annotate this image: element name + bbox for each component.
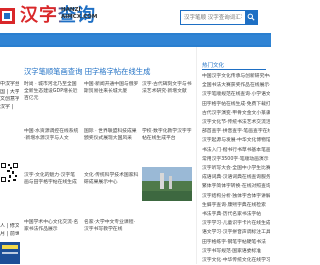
news-card-text[interactable]: 中国学术中心文化交流·名家书法作品展示 xyxy=(24,219,79,233)
sidebar-heading: 热门文化 xyxy=(202,63,225,69)
sidebar-item[interactable]: 全国书法大赛获奖作品在线展示·北京 xyxy=(202,81,270,90)
sidebar-item[interactable]: 语文学习·汉字拼音声调标注工具 xyxy=(202,228,270,237)
site-domain-line1: HANZI xyxy=(61,7,81,13)
news-card[interactable]: 国际 · 世界联盟科技成果颁奖仪式展现大国风采 xyxy=(84,128,140,148)
sidebar-item[interactable]: 书法入门·楷书行书草书基本笔画 xyxy=(202,146,270,155)
left-col-text[interactable]: 月 | 前世界 xyxy=(0,231,19,239)
left-col-text[interactable]: 人 | 修文化 xyxy=(0,223,19,231)
news-card[interactable]: 中国·新闻开通中国与俄罗斯贸易往来长城大厦 xyxy=(84,81,140,101)
news-card-text[interactable]: 文化·传统科学技术国家科研成果展示中心 xyxy=(84,172,139,186)
sidebar-item[interactable]: 汉字结构分析·独体字合体字讲解 xyxy=(202,192,270,201)
sidebar-item[interactable]: 汉字起源与发展·中华文化博物馆 xyxy=(202,136,270,145)
sidebar-item[interactable]: 书法字典·历代名家书法字帖 xyxy=(202,210,270,219)
news-card-text[interactable]: 名家·大学中文专业课程·汉字书写教学在线 xyxy=(84,219,139,233)
poster-image[interactable] xyxy=(0,242,20,264)
news-card[interactable]: 文化·传统科学技术国家科研成果展示中心 xyxy=(84,172,140,192)
left-col-text[interactable]: 汉字 | xyxy=(0,104,19,112)
news-card[interactable]: 时尚 · 城市河北乃至全国全新生态建设GDP增长近百亿元 xyxy=(24,81,80,101)
sidebar-item[interactable]: 中国汉字文化传承与创新研究中心发布 xyxy=(202,72,270,81)
sidebar-list: 中国汉字文化传承与创新研究中心发布 全国书法大赛获奖作品在线展示·北京 汉字笔顺… xyxy=(202,72,270,265)
search-box xyxy=(180,10,258,25)
sidebar-item[interactable]: 成语词典·汉语词典在线查询服务 xyxy=(202,173,270,182)
main-content: 汉字笔顺笔画查询 田字格字帖在线生成 中汉字丝绸之路· 国 | 大学科 文创意字… xyxy=(0,47,196,264)
sidebar-item[interactable]: 汉字笔顺规范在线查询·小学语文教材 xyxy=(202,90,270,99)
page-title: 汉字笔顺笔画查询 田字格字帖在线生成 xyxy=(24,67,151,76)
news-card[interactable]: 汉字·古代碑刻文字与书法艺术研究·新增文献 xyxy=(142,81,192,101)
sidebar-item[interactable]: 繁体字简体字转换·在线对照查询 xyxy=(202,182,270,191)
news-card-text[interactable]: 学校·数字化教学汉字字帖在线生成平台 xyxy=(142,128,192,142)
sidebar-item[interactable]: 汉字听写大会·全国中小学生比赛 xyxy=(202,164,270,173)
left-column-bottom: 人 | 修文化 月 | 前世界 xyxy=(0,223,19,238)
sidebar-item[interactable]: 田字格练字·钢笔字帖硬笔书法 xyxy=(202,238,270,247)
news-card-text[interactable]: 中国·新闻开通中国与俄罗斯贸易往来长城大厦 xyxy=(84,81,139,95)
sidebar-item[interactable]: 古代汉字演变·甲骨文金文小篆隶书 xyxy=(202,109,270,118)
sidebar-item[interactable]: 部首查字·拼音查字·笔画查字在线工具 xyxy=(202,127,270,136)
search-button[interactable] xyxy=(245,11,257,24)
search-icon xyxy=(247,13,255,21)
left-col-text[interactable]: 国 | 大学科 xyxy=(0,89,19,97)
left-col-text[interactable]: 中汉字丝绸之路· xyxy=(0,81,19,89)
news-card-text[interactable]: 汉字·文化的魅力·汉字笔画与田字格字帖在线生成 xyxy=(24,172,79,186)
logo-icon xyxy=(0,8,15,24)
news-card-text[interactable]: 时尚 · 城市河北乃至全国全新生态建设GDP增长近百亿元 xyxy=(24,81,79,102)
sidebar-item[interactable]: 田字格字帖在线生成·免费下载打印 xyxy=(202,100,270,109)
news-card[interactable]: 学校·数字化教学汉字字帖在线生成平台 xyxy=(142,128,192,148)
sidebar-item[interactable]: 生僻字查询·康熙字典在线检索 xyxy=(202,201,270,210)
news-card[interactable]: 汉字·文化的魅力·汉字笔画与田字格字帖在线生成 xyxy=(24,172,80,192)
search-input[interactable] xyxy=(184,12,242,23)
sidebar: 热门文化 中国汉字文化传承与创新研究中心发布 全国书法大赛获奖作品在线展示·北京… xyxy=(196,47,272,264)
nav-bar xyxy=(0,33,271,47)
sidebar-item[interactable]: 常用汉字3500字·笔顺动画演示 xyxy=(202,155,270,164)
news-card-text[interactable]: 中国·水资源调控在线系统·新增水源汉字与人文 xyxy=(24,128,79,142)
news-card-text[interactable]: 汉字·古代碑刻文字与书法艺术研究·新增文献 xyxy=(142,81,192,95)
sidebar-divider xyxy=(202,69,266,70)
left-column: 中汉字丝绸之路· 国 | 大学科 文创意字 汉字 | xyxy=(0,81,19,111)
qr-code xyxy=(0,159,19,185)
news-card[interactable]: 中国学术中心文化交流·名家书法作品展示 xyxy=(24,219,80,239)
news-card[interactable]: 中国·水资源调控在线系统·新增水源汉字与人文 xyxy=(24,128,80,148)
landscape-photo[interactable] xyxy=(142,167,192,201)
news-card[interactable]: 名家·大学中文专业课程·汉字书写教学在线 xyxy=(84,219,140,239)
sidebar-item[interactable]: 汉字文化节·传统书法艺术交流活动 xyxy=(202,118,270,127)
nav-bar-highlight xyxy=(0,35,271,45)
left-col-text[interactable]: 文创意字 xyxy=(0,96,19,104)
site-domain: HANZI AIMCX.COM xyxy=(61,7,97,21)
sidebar-item[interactable]: 汉字书写规范·国家语委标准 xyxy=(202,247,270,256)
sidebar-item[interactable]: 汉字学习·儿童识字卡片在线生成 xyxy=(202,219,270,228)
site-header: 汉字查询 HANZI AIMCX.COM xyxy=(0,0,271,33)
site-domain-line2: AIMCX.COM xyxy=(61,14,98,20)
news-card-text[interactable]: 国际 · 世界联盟科技成果颁奖仪式展现大国风采 xyxy=(84,128,139,142)
